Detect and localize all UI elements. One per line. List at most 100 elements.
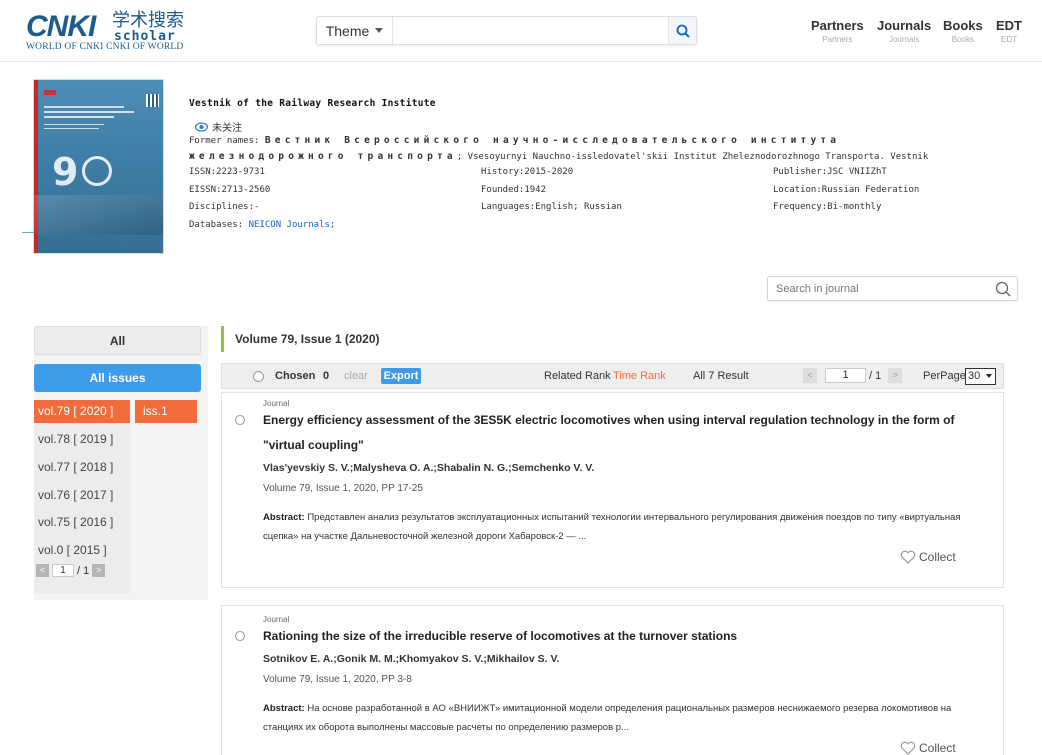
nav-journals-label: Journals	[877, 18, 932, 33]
prev-page-button[interactable]: <	[36, 564, 49, 577]
article-select-radio[interactable]	[235, 631, 245, 641]
export-button[interactable]: Export	[381, 368, 421, 384]
article-type: Journal	[263, 615, 290, 624]
select-all-radio[interactable]	[253, 371, 264, 382]
nav-journals[interactable]: Journals Journals	[877, 18, 931, 46]
nav-journals-sublabel: Journals	[888, 35, 920, 44]
article-title[interactable]: Energy efficiency assessment of the 3ES5…	[263, 408, 963, 458]
abstract-label: Abstract:	[263, 512, 305, 523]
page-total: / 1	[77, 564, 90, 577]
founded-value: Founded:1942	[481, 185, 547, 195]
page-number-input[interactable]: 1	[825, 368, 866, 383]
time-rank-sort[interactable]: Time Rank	[613, 364, 666, 388]
article-card: Journal Rationing the size of the irredu…	[221, 605, 1004, 755]
article-card: Journal Energy efficiency assessment of …	[221, 392, 1004, 588]
eissn-value: EISSN:2713-2560	[189, 185, 271, 195]
eye-icon	[195, 121, 208, 132]
languages-value: Languages:English; Russian	[481, 202, 622, 212]
journal-search-box	[767, 276, 1018, 301]
history-value: History:2015-2020	[481, 167, 574, 177]
magnifier-icon	[676, 24, 690, 38]
chosen-count: 0	[323, 370, 330, 382]
all-issues-button[interactable]: All issues	[34, 364, 201, 392]
publisher-value: Publisher:JSC VNIIZhT	[773, 167, 887, 177]
cover-decoration	[22, 232, 34, 233]
article-abstract: Abstract: На основе разработанной в АО «…	[263, 699, 983, 737]
perpage-value: 30	[968, 370, 981, 382]
former-names-label: Former names:	[189, 136, 260, 146]
nav-books[interactable]: Books Books	[943, 18, 983, 46]
databases-row: Databases: NEICON Journals;	[189, 220, 335, 230]
abstract-label: Abstract:	[263, 703, 305, 714]
nav-partners-label: Partners	[811, 18, 864, 33]
volume-item-79[interactable]: vol.79 [ 2020 ]	[34, 400, 130, 423]
clear-link[interactable]: clear	[344, 364, 368, 388]
caret-down-icon	[986, 374, 992, 378]
article-title[interactable]: Rationing the size of the irreducible re…	[263, 624, 963, 649]
issue-item-1[interactable]: iss.1	[135, 400, 197, 423]
former-names-transliterated: ; Vsesoyurnyi Nauchno-issledovatel'skii …	[456, 152, 929, 162]
nav-partners-sublabel: Partners	[822, 35, 853, 44]
article-select-radio[interactable]	[235, 415, 245, 425]
page-total: / 1	[869, 369, 882, 382]
journal-cover-image: 9	[33, 79, 164, 254]
databases-label: Databases:	[189, 220, 244, 230]
all-button[interactable]: All	[34, 326, 201, 355]
next-page-button[interactable]: >	[888, 368, 903, 383]
article-authors[interactable]: Sotnikov E. A.;Gonik M. M.;Khomyakov S. …	[263, 653, 559, 665]
follow-label: 未关注	[212, 123, 242, 134]
journal-search-input[interactable]	[776, 281, 986, 297]
magnifier-icon[interactable]	[995, 281, 1011, 297]
volume-item-0[interactable]: vol.0 [ 2015 ]	[34, 539, 130, 562]
collect-button[interactable]: Collect	[900, 550, 956, 564]
perpage-label: PerPage	[923, 370, 966, 382]
nav-books-label: Books	[943, 18, 983, 33]
volume-pager: < 1 / 1 >	[36, 564, 106, 577]
nav-edt-label: EDT	[996, 18, 1022, 33]
abstract-text: Представлен анализ результатов эксплуата…	[263, 512, 961, 542]
global-search-button[interactable]	[668, 17, 696, 44]
caret-down-icon	[375, 28, 384, 33]
nav-partners[interactable]: Partners Partners	[811, 18, 864, 46]
location-value: Location:Russian Federation	[773, 185, 920, 195]
results-pager: < 1 / 1 >	[803, 368, 903, 383]
volume-item-75[interactable]: vol.75 [ 2016 ]	[34, 511, 130, 534]
frequency-value: Frequency:Bi-monthly	[773, 202, 882, 212]
global-search-box: Theme	[316, 16, 697, 45]
search-field-select[interactable]: Theme	[317, 17, 393, 44]
article-abstract: Abstract: Представлен анализ результатов…	[263, 508, 983, 546]
heart-icon	[900, 741, 916, 755]
search-field-label: Theme	[325, 22, 370, 39]
follow-toggle[interactable]: 未关注	[195, 119, 242, 134]
logo-cnki-text: CNKI	[26, 10, 96, 43]
related-rank-sort[interactable]: Related Rank	[544, 364, 611, 388]
volume-item-76[interactable]: vol.76 [ 2017 ]	[34, 484, 130, 507]
disciplines-value: Disciplines:-	[189, 202, 260, 212]
heart-icon	[900, 550, 916, 564]
abstract-text: На основе разработанной в АО «ВНИИЖТ» им…	[263, 703, 952, 733]
chosen-label: Chosen	[275, 370, 316, 382]
volume-item-78[interactable]: vol.78 [ 2019 ]	[34, 428, 130, 451]
page-number-input[interactable]: 1	[52, 564, 74, 577]
volume-item-77[interactable]: vol.77 [ 2018 ]	[34, 456, 130, 479]
perpage-select[interactable]: 30	[965, 368, 996, 385]
result-count: All 7 Result	[693, 370, 749, 382]
journal-title: Vestnik of the Railway Research Institut…	[189, 98, 436, 109]
prev-page-button[interactable]: <	[803, 368, 817, 383]
databases-link[interactable]: NEICON Journals;	[249, 220, 336, 230]
top-header: CNKI 学术搜索 scholar WORLD OF CNKI CNKI OF …	[0, 0, 1042, 62]
issn-value: ISSN:2223-9731	[189, 167, 265, 177]
collect-label: Collect	[919, 550, 956, 564]
nav-edt[interactable]: EDT EDT	[996, 18, 1022, 46]
article-authors[interactable]: Vlas'yevskiy S. V.;Malysheva O. A.;Shaba…	[263, 462, 594, 474]
collect-button[interactable]: Collect	[900, 741, 956, 755]
nav-books-sublabel: Books	[951, 35, 974, 44]
article-type: Journal	[263, 399, 290, 408]
article-source: Volume 79, Issue 1, 2020, PP 17-25	[263, 483, 423, 494]
results-toolbar: Chosen 0 clear Export Related Rank Time …	[221, 363, 1004, 389]
cnki-scholar-logo[interactable]: CNKI 学术搜索 scholar WORLD OF CNKI CNKI OF …	[26, 12, 196, 54]
next-page-button[interactable]: >	[92, 564, 106, 577]
global-search-input[interactable]	[395, 20, 665, 41]
article-source: Volume 79, Issue 1, 2020, PP 3-8	[263, 674, 412, 685]
collect-label: Collect	[919, 741, 956, 755]
